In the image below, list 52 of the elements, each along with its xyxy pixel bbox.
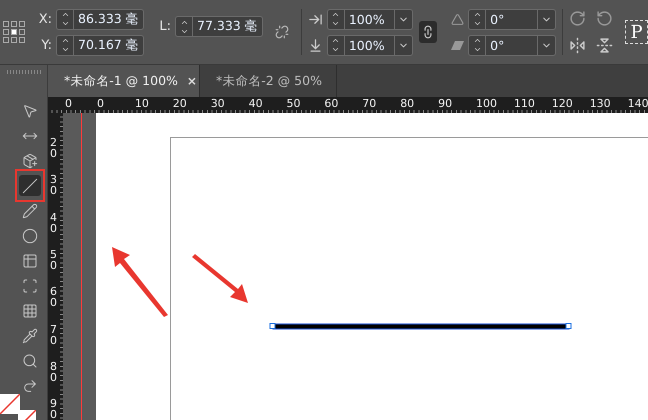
ruler-label: 50 [50, 248, 57, 271]
ruler-label: 20 [50, 137, 57, 159]
link-button[interactable] [418, 21, 438, 43]
angle-field[interactable]: 0° [468, 34, 556, 56]
close-button[interactable]: × [186, 74, 197, 88]
ruler-label: 140 [628, 97, 648, 110]
flip-vertical-icon[interactable] [596, 37, 614, 54]
field-label: X: [38, 12, 52, 26]
value-field[interactable]: 70.167 毫 [56, 34, 144, 56]
ruler-label: 30 [50, 174, 57, 196]
ruler-label: 80 [50, 360, 57, 383]
unlink-icon[interactable] [275, 24, 289, 40]
annotation-arrow [190, 253, 250, 305]
value-field[interactable]: 86.333 毫 [56, 8, 144, 30]
ruler-label: 20 [172, 97, 187, 110]
ruler-label: 60 [324, 97, 338, 110]
scale-height-icon [308, 38, 323, 52]
rotate-angle-icon [451, 12, 464, 26]
ruler-label: 10 [134, 97, 149, 110]
ruler-label: 0 [97, 97, 104, 110]
field-label: Y: [40, 38, 52, 52]
shear-icon [451, 38, 464, 52]
grip-icon [7, 70, 41, 74]
ruler-label: 40 [248, 97, 263, 110]
field-label: L: [158, 19, 171, 34]
ruler-label: 120 [552, 97, 573, 110]
ruler-label: 80 [400, 97, 414, 110]
ruler-label: 90 [50, 398, 57, 420]
rotate-cw-icon[interactable] [569, 10, 586, 27]
ruler-label: 40 [50, 212, 57, 234]
ruler-label: 30 [210, 97, 225, 110]
ruler-label: 130 [590, 97, 611, 110]
ruler-label: 60 [50, 286, 57, 308]
ruler-label: 70 [50, 324, 57, 346]
ruler-label: 90 [438, 97, 452, 110]
ruler-label: 110 [514, 97, 535, 110]
ruler-label: 100 [476, 97, 497, 110]
rotate-ccw-icon[interactable] [596, 10, 614, 27]
document-tab[interactable]: *未命名-1 @ 100% × [48, 65, 200, 97]
scale-width-icon [308, 12, 323, 26]
ruler-label: 70 [362, 97, 376, 110]
frame-letter[interactable]: P [625, 20, 648, 44]
fill-swatch[interactable] [0, 394, 20, 414]
flip-horizontal-icon[interactable] [569, 37, 586, 54]
ruler-label: 0 [65, 97, 72, 110]
angle-field[interactable]: 0° [468, 8, 556, 30]
scale-field[interactable]: 100% [326, 34, 413, 56]
ruler-label: 50 [286, 97, 300, 110]
reference-point-icon[interactable] [3, 21, 25, 43]
value-field[interactable]: 77.333 毫 [175, 16, 263, 37]
annotation-arrow [110, 245, 170, 317]
scale-field[interactable]: 100% [326, 8, 413, 30]
